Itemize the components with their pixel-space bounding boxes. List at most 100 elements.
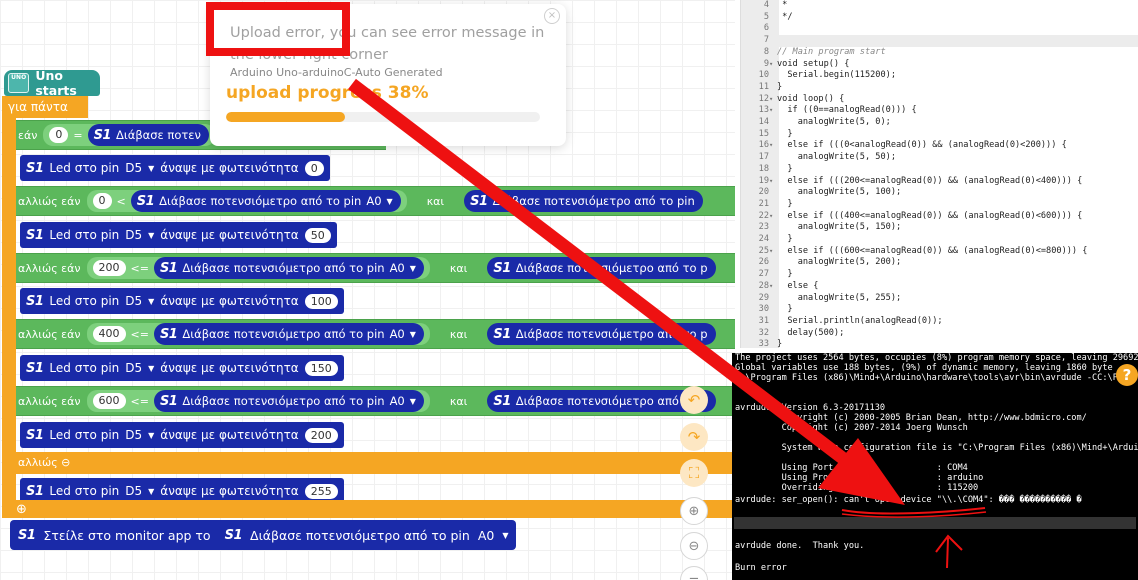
code-line[interactable]: 18 } <box>741 164 1138 176</box>
code-line[interactable]: 9▾ void setup() { <box>741 59 1138 71</box>
zoom-out-icon[interactable]: ⊖ <box>680 532 708 560</box>
fold-chevron-icon[interactable]: ▾ <box>769 246 777 258</box>
code-line[interactable]: 15 } <box>741 129 1138 141</box>
fold-chevron-icon[interactable]: ▾ <box>769 94 777 106</box>
code-line[interactable]: 31 Serial.println(analogRead(0)); <box>741 316 1138 328</box>
elseif-block[interactable]: αλλιώς εάν 0 < S1 Διάβασε ποτενσιόμετρο … <box>16 186 735 216</box>
value-field[interactable]: 200 <box>92 260 126 276</box>
code-line[interactable]: 4 * <box>741 0 1138 12</box>
value-field[interactable]: 0 <box>49 127 69 143</box>
help-icon[interactable]: ? <box>1116 364 1138 386</box>
code-line[interactable]: 21 } <box>741 199 1138 211</box>
compare-block[interactable]: 600 <= S1 Διάβασε ποτενσιόμετρο από το p… <box>86 390 430 412</box>
undo-icon[interactable]: ↶ <box>680 386 708 414</box>
led-block[interactable]: S1 Led στο pin D5 ▼ άναψε με φωτεινότητα … <box>20 155 330 181</box>
chevron-down-icon[interactable]: ▼ <box>502 531 508 540</box>
code-line[interactable]: 6 <box>741 23 1138 35</box>
code-line[interactable]: 33} <box>741 339 1138 348</box>
console-input[interactable] <box>734 517 1136 529</box>
led-block[interactable]: S1 Led στο pin D5 ▼ άναψε με φωτεινότητα … <box>20 222 337 248</box>
read-pot-block[interactable]: S1 Διάβασε ποτενσιόμετρο από το pin A0 ▼ <box>130 190 401 212</box>
close-icon[interactable]: × <box>544 8 560 24</box>
code-line[interactable]: 8 // Main program start <box>741 47 1138 59</box>
code-line[interactable]: 30 } <box>741 304 1138 316</box>
fold-chevron-icon[interactable]: ▾ <box>769 281 777 293</box>
compare-block[interactable]: 0 < S1 Διάβασε ποτενσιόμετρο από το pin … <box>86 190 407 212</box>
read-pot-block[interactable]: S1 Διάβασε ποτενσιόμετρο από το p <box>487 257 716 279</box>
chevron-down-icon[interactable]: ▼ <box>410 264 416 273</box>
code-line[interactable]: 12▾ void loop() { <box>741 94 1138 106</box>
code-line[interactable]: 19▾ else if (((200<=analogRead(0)) && (a… <box>741 176 1138 188</box>
value-field[interactable]: 600 <box>92 393 126 409</box>
read-pot-block[interactable]: S1 Διάβασε ποτενσιόμετρο από το pin A0 ▼ <box>153 257 424 279</box>
compare-block[interactable]: 0 = S1 Διάβασε ποτεν <box>43 124 215 146</box>
code-line[interactable]: 27 } <box>741 269 1138 281</box>
elseif-block[interactable]: αλλιώς εάν 400 <= S1 Διάβασε ποτενσιόμετ… <box>16 319 735 349</box>
chevron-down-icon[interactable]: ▼ <box>148 487 154 496</box>
code-line[interactable]: 20 analogWrite(5, 100); <box>741 187 1138 199</box>
brightness-field[interactable]: 100 <box>304 293 338 309</box>
brightness-field[interactable]: 50 <box>304 227 331 243</box>
pin-dropdown[interactable]: A0 <box>390 261 405 275</box>
value-field[interactable]: 400 <box>92 326 126 342</box>
zoom-in-icon[interactable]: ⊕ <box>680 497 708 525</box>
console-panel[interactable]: The project uses 2564 bytes, occupies (8… <box>732 353 1138 580</box>
brightness-field[interactable]: 255 <box>304 483 338 499</box>
chevron-down-icon[interactable]: ▼ <box>387 197 393 206</box>
led-block[interactable]: S1 Led στο pin D5 ▼ άναψε με φωτεινότητα … <box>20 288 344 314</box>
read-pot-block[interactable]: S1 Διάβασε ποτενσιόμετρο από το pin A0 ▼ <box>153 323 424 345</box>
pin-dropdown[interactable]: D5 <box>125 484 142 498</box>
code-line[interactable]: 24 } <box>741 234 1138 246</box>
block-workspace[interactable]: UNO Uno starts για πάντα εάν 0 = S1 Διάβ… <box>0 0 735 580</box>
code-line[interactable]: 25▾ else if (((600<=analogRead(0)) && (a… <box>741 246 1138 258</box>
code-line[interactable]: 5 */ <box>741 12 1138 24</box>
chevron-down-icon[interactable]: ▼ <box>148 164 154 173</box>
code-line[interactable]: 7 <box>741 35 1138 47</box>
else-block[interactable]: αλλιώς ⊖ <box>16 452 735 474</box>
redo-icon[interactable]: ↷ <box>680 423 708 451</box>
elseif-block[interactable]: αλλιώς εάν 600 <= S1 Διάβασε ποτενσιόμετ… <box>16 386 735 416</box>
code-line[interactable]: 14 analogWrite(5, 0); <box>741 117 1138 129</box>
crop-icon[interactable]: ⛶ <box>680 459 708 487</box>
code-line[interactable]: 26 analogWrite(5, 200); <box>741 257 1138 269</box>
read-pot-block[interactable]: S1 Διάβασε ποτενσιόμετρο από το p <box>487 323 716 345</box>
brightness-field[interactable]: 0 <box>304 160 324 176</box>
chevron-down-icon[interactable]: ▼ <box>148 431 154 440</box>
forever-block[interactable]: για πάντα <box>2 96 88 118</box>
code-line[interactable]: 16▾ else if (((0<analogRead(0)) && (anal… <box>741 140 1138 152</box>
compare-block[interactable]: 200 <= S1 Διάβασε ποτενσιόμετρο από το p… <box>86 257 430 279</box>
pin-dropdown[interactable]: A0 <box>478 528 495 543</box>
brightness-field[interactable]: 200 <box>304 427 338 443</box>
pin-dropdown[interactable]: D5 <box>125 428 142 442</box>
fold-chevron-icon[interactable]: ▾ <box>769 176 777 188</box>
read-pot-block[interactable]: S1 Διάβασε ποτενσιόμετρο από το pin A0 ▼ <box>153 390 424 412</box>
chevron-down-icon[interactable]: ▼ <box>148 231 154 240</box>
code-line[interactable]: 10 Serial.begin(115200); <box>741 70 1138 82</box>
compare-block[interactable]: 400 <= S1 Διάβασε ποτενσιόμετρο από το p… <box>86 323 430 345</box>
pin-dropdown[interactable]: A0 <box>390 394 405 408</box>
led-block[interactable]: S1 Led στο pin D5 ▼ άναψε με φωτεινότητα … <box>20 355 344 381</box>
code-line[interactable]: 17 analogWrite(5, 50); <box>741 152 1138 164</box>
chevron-down-icon[interactable]: ▼ <box>410 330 416 339</box>
code-line[interactable]: 23 analogWrite(5, 150); <box>741 222 1138 234</box>
code-line[interactable]: 29 analogWrite(5, 255); <box>741 293 1138 305</box>
fold-chevron-icon[interactable]: ▾ <box>769 140 777 152</box>
code-line[interactable]: 22▾ else if (((400<=analogRead(0)) && (a… <box>741 211 1138 223</box>
minus-icon[interactable]: ⊖ <box>61 456 70 469</box>
read-pot-block[interactable]: S1 Διάβασε ποτεν <box>87 124 209 146</box>
fold-chevron-icon[interactable]: ▾ <box>769 211 777 223</box>
chevron-down-icon[interactable]: ▼ <box>148 364 154 373</box>
uno-starts-block[interactable]: UNO Uno starts <box>4 68 100 98</box>
read-pot-block[interactable]: S1 Διάβασε ποτενσιόμετρο από το pin <box>464 190 703 212</box>
elseif-block[interactable]: αλλιώς εάν 200 <= S1 Διάβασε ποτενσιόμετ… <box>16 253 735 283</box>
chevron-down-icon[interactable]: ▼ <box>410 397 416 406</box>
fold-chevron-icon[interactable]: ▾ <box>769 59 777 71</box>
value-field[interactable]: 0 <box>92 193 112 209</box>
code-line[interactable]: 28▾ else { <box>741 281 1138 293</box>
chevron-down-icon[interactable]: ▼ <box>148 297 154 306</box>
pin-dropdown[interactable]: D5 <box>125 294 142 308</box>
serial-monitor-block[interactable]: S1 Στείλε στο monitor app το S1 Διάβασε … <box>10 520 517 550</box>
code-line[interactable]: 32 delay(500); <box>741 328 1138 340</box>
fold-chevron-icon[interactable]: ▾ <box>769 105 777 117</box>
pin-dropdown[interactable]: D5 <box>125 161 142 175</box>
